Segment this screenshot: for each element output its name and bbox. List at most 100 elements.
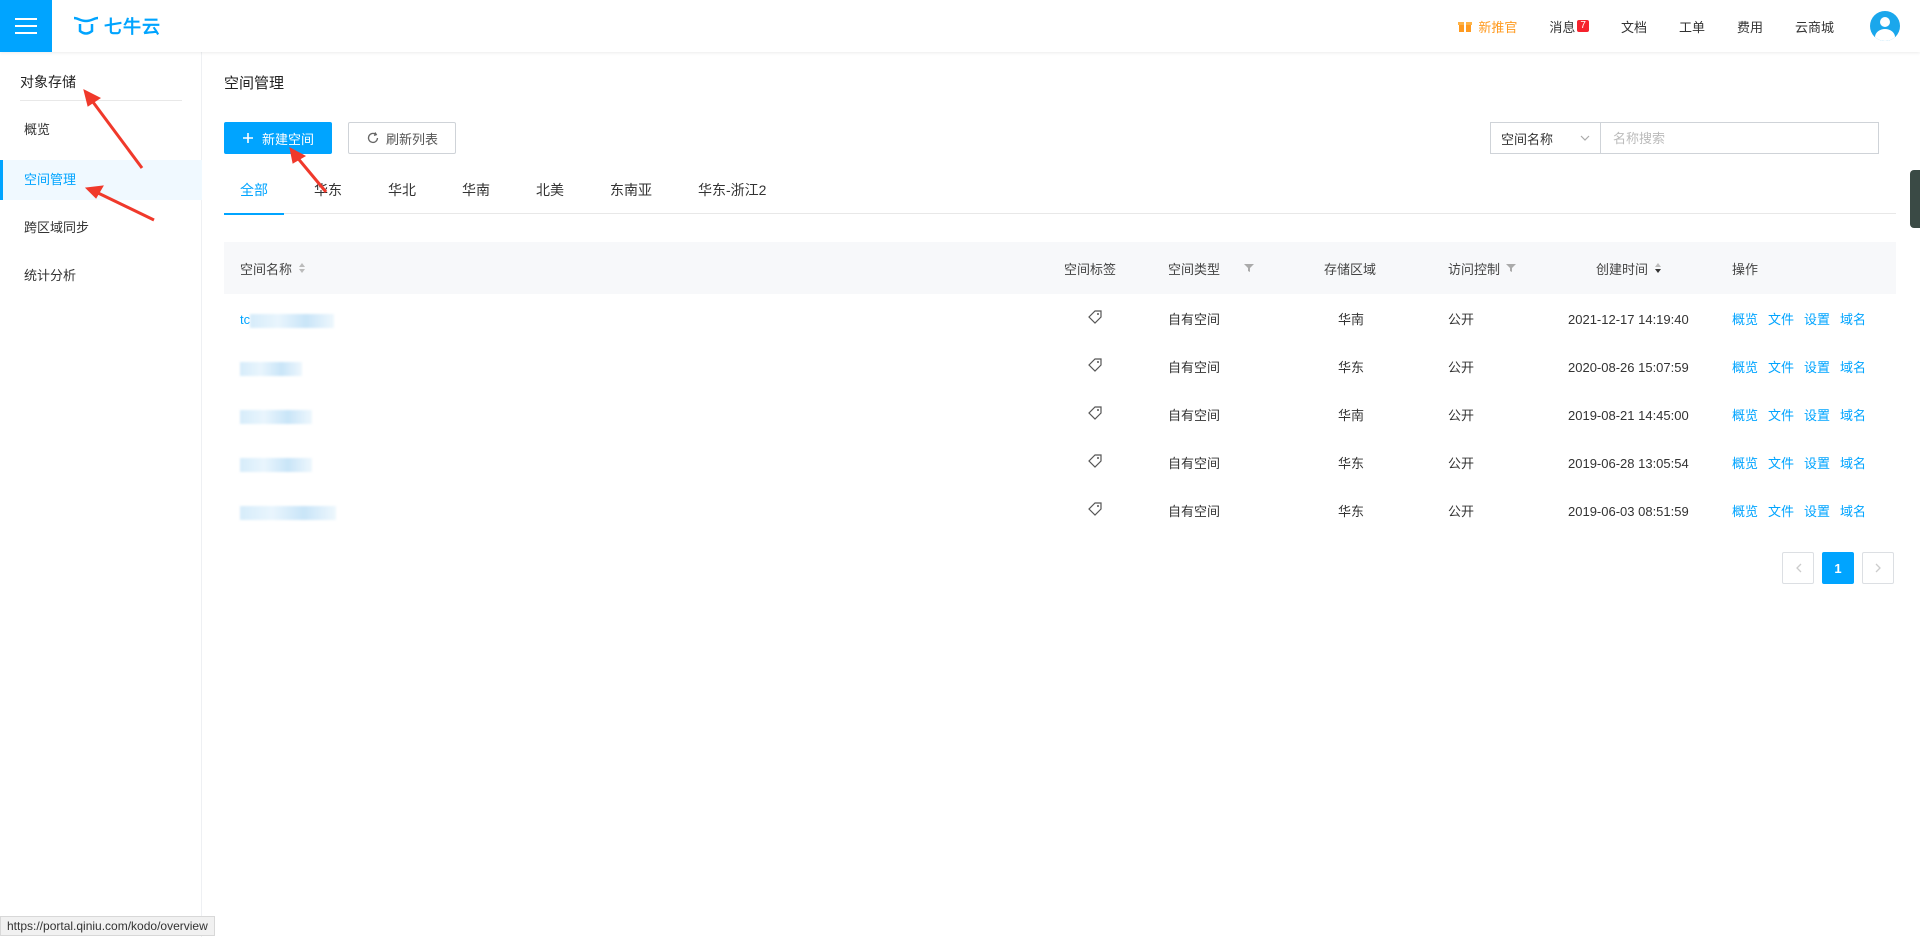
op-overview-link[interactable]: 概览 bbox=[1732, 456, 1758, 471]
op-files-link[interactable]: 文件 bbox=[1768, 312, 1794, 327]
bucket-name-link[interactable] bbox=[240, 440, 312, 488]
column-header-access: 访问控制 bbox=[1448, 259, 1517, 278]
sort-icon[interactable] bbox=[298, 262, 306, 274]
op-domain-link[interactable]: 域名 bbox=[1840, 360, 1866, 375]
table-row: 自有空间 华东 公开 2019-06-28 13:05:54 概览 文件 设置 域名 bbox=[224, 440, 1896, 488]
row-actions: 概览 文件 设置 域名 bbox=[1732, 296, 1876, 344]
logo[interactable]: 七牛云 bbox=[72, 13, 161, 39]
sidebar-item-bucket-management[interactable]: 空间管理 bbox=[0, 160, 202, 200]
new-bucket-button[interactable]: 新建空间 bbox=[224, 122, 332, 154]
promo-label: 新推官 bbox=[1478, 19, 1518, 35]
tag-icon[interactable] bbox=[1088, 296, 1102, 344]
op-overview-link[interactable]: 概览 bbox=[1732, 408, 1758, 423]
filter-icon[interactable] bbox=[1244, 263, 1255, 273]
bucket-name-link[interactable] bbox=[240, 344, 302, 392]
tab-east-china-zhejiang2[interactable]: 华东-浙江2 bbox=[698, 166, 766, 214]
search-field-select[interactable]: 空间名称 bbox=[1490, 122, 1600, 154]
sidebar-item-cross-region-sync[interactable]: 跨区域同步 bbox=[0, 208, 202, 248]
op-files-link[interactable]: 文件 bbox=[1768, 360, 1794, 375]
sidebar-item-statistics[interactable]: 统计分析 bbox=[0, 256, 202, 296]
column-header-created[interactable]: 创建时间 bbox=[1596, 259, 1662, 278]
sort-desc-icon[interactable] bbox=[1654, 262, 1662, 274]
menu-icon[interactable] bbox=[0, 0, 52, 52]
bucket-created-time: 2019-08-21 14:45:00 bbox=[1568, 408, 1689, 423]
op-settings-link[interactable]: 设置 bbox=[1804, 312, 1830, 327]
op-settings-link[interactable]: 设置 bbox=[1804, 408, 1830, 423]
column-header-type-label: 空间类型 bbox=[1168, 261, 1221, 277]
table-row: 自有空间 华南 公开 2019-08-21 14:45:00 概览 文件 设置 域名 bbox=[224, 392, 1896, 440]
billing-link[interactable]: 费用 bbox=[1737, 17, 1763, 36]
column-header-created-label: 创建时间 bbox=[1596, 261, 1649, 277]
refresh-icon bbox=[367, 132, 379, 144]
tag-icon[interactable] bbox=[1088, 392, 1102, 440]
op-domain-link[interactable]: 域名 bbox=[1840, 456, 1866, 471]
refresh-list-button[interactable]: 刷新列表 bbox=[348, 122, 456, 154]
op-settings-link[interactable]: 设置 bbox=[1804, 504, 1830, 519]
sidebar-title[interactable]: 对象存储 bbox=[20, 72, 76, 92]
new-bucket-label: 新建空间 bbox=[261, 131, 314, 147]
row-actions: 概览 文件 设置 域名 bbox=[1732, 488, 1876, 536]
region-tabs: 全部 华东 华北 华南 北美 东南亚 华东-浙江2 bbox=[224, 166, 1896, 215]
tab-all[interactable]: 全部 bbox=[224, 166, 284, 215]
bucket-region: 华南 bbox=[1338, 408, 1365, 423]
tickets-link[interactable]: 工单 bbox=[1679, 17, 1705, 36]
bucket-name-link[interactable]: tc bbox=[240, 296, 335, 344]
op-settings-link[interactable]: 设置 bbox=[1804, 360, 1830, 375]
gift-icon bbox=[1458, 22, 1473, 32]
bucket-access: 公开 bbox=[1448, 312, 1475, 327]
avatar[interactable] bbox=[1870, 11, 1900, 41]
filter-icon[interactable] bbox=[1506, 263, 1517, 273]
tag-icon[interactable] bbox=[1088, 488, 1102, 536]
table-row: tc 自有空间 华南 公开 2021-12-17 14:19:40 概览 文件 设置… bbox=[224, 296, 1896, 344]
bucket-type: 自有空间 bbox=[1168, 360, 1221, 375]
redacted-name bbox=[240, 505, 336, 520]
op-settings-link[interactable]: 设置 bbox=[1804, 456, 1830, 471]
mall-link[interactable]: 云商城 bbox=[1795, 17, 1834, 36]
op-domain-link[interactable]: 域名 bbox=[1840, 312, 1866, 327]
tab-southeast-asia[interactable]: 东南亚 bbox=[610, 166, 652, 214]
bucket-name-link[interactable] bbox=[240, 392, 312, 440]
sidebar: 对象存储 概览 空间管理 跨区域同步 统计分析 bbox=[0, 52, 202, 937]
bucket-region: 华东 bbox=[1338, 456, 1365, 471]
bucket-region: 华南 bbox=[1338, 312, 1365, 327]
bucket-created-time: 2020-08-26 15:07:59 bbox=[1568, 360, 1689, 375]
bucket-name-link[interactable] bbox=[240, 488, 336, 536]
column-header-tag-label: 空间标签 bbox=[1064, 261, 1117, 277]
page-1-button[interactable]: 1 bbox=[1822, 552, 1854, 584]
tag-icon[interactable] bbox=[1088, 440, 1102, 488]
redacted-name bbox=[240, 361, 302, 376]
tab-east-china[interactable]: 华东 bbox=[314, 166, 342, 214]
next-page-button[interactable] bbox=[1862, 552, 1894, 584]
op-files-link[interactable]: 文件 bbox=[1768, 408, 1794, 423]
op-overview-link[interactable]: 概览 bbox=[1732, 312, 1758, 327]
promo-link[interactable]: 新推官 bbox=[1458, 17, 1517, 36]
scrollbar-handle[interactable] bbox=[1910, 170, 1920, 228]
op-domain-link[interactable]: 域名 bbox=[1840, 408, 1866, 423]
tab-north-america[interactable]: 北美 bbox=[536, 166, 564, 214]
bucket-type: 自有空间 bbox=[1168, 312, 1221, 327]
page-title: 空间管理 bbox=[224, 75, 285, 92]
column-header-tag: 空间标签 bbox=[1064, 259, 1116, 278]
bucket-created-time: 2019-06-28 13:05:54 bbox=[1568, 456, 1689, 471]
op-overview-link[interactable]: 概览 bbox=[1732, 504, 1758, 519]
table-row: 自有空间 华东 公开 2020-08-26 15:07:59 概览 文件 设置 域名 bbox=[224, 344, 1896, 392]
op-domain-link[interactable]: 域名 bbox=[1840, 504, 1866, 519]
messages-link[interactable]: 消息 7 bbox=[1549, 17, 1589, 36]
top-bar: 七牛云 新推官 消息 7 文档 工单 费用 云商城 bbox=[0, 0, 1920, 52]
bucket-type: 自有空间 bbox=[1168, 456, 1221, 471]
op-overview-link[interactable]: 概览 bbox=[1732, 360, 1758, 375]
chevron-down-icon bbox=[1580, 135, 1590, 141]
sidebar-item-overview[interactable]: 概览 bbox=[0, 110, 202, 150]
tab-south-china[interactable]: 华南 bbox=[462, 166, 490, 214]
op-files-link[interactable]: 文件 bbox=[1768, 456, 1794, 471]
op-files-link[interactable]: 文件 bbox=[1768, 504, 1794, 519]
prev-page-button[interactable] bbox=[1782, 552, 1814, 584]
tab-north-china[interactable]: 华北 bbox=[388, 166, 416, 214]
messages-badge: 7 bbox=[1577, 20, 1589, 32]
sidebar-divider bbox=[20, 100, 182, 101]
tag-icon[interactable] bbox=[1088, 344, 1102, 392]
search-input[interactable] bbox=[1600, 122, 1879, 154]
docs-link[interactable]: 文档 bbox=[1621, 17, 1647, 36]
bucket-access: 公开 bbox=[1448, 456, 1475, 471]
column-header-name[interactable]: 空间名称 bbox=[240, 259, 306, 278]
